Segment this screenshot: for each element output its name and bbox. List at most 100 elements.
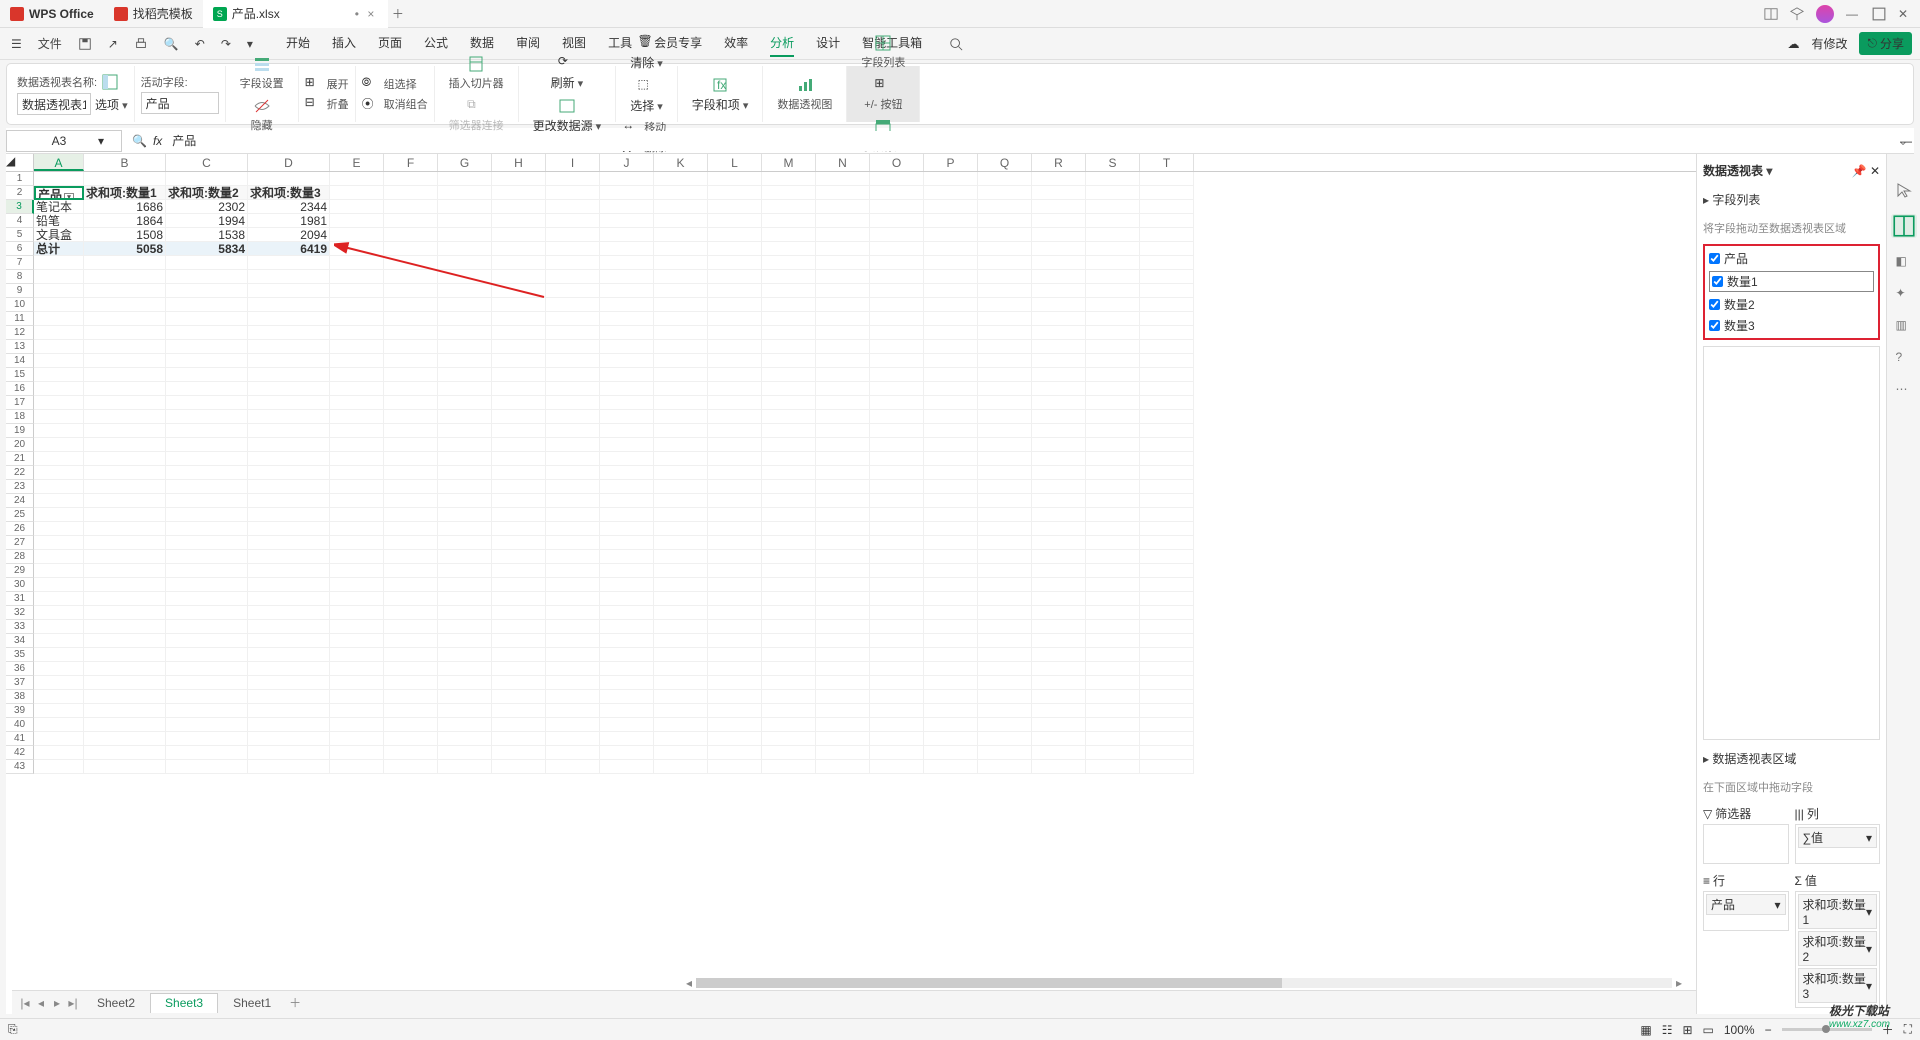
cell-D2[interactable]: 求和项:数量3 [248, 186, 330, 200]
cell-L35[interactable] [708, 648, 762, 662]
cell-P30[interactable] [924, 578, 978, 592]
cell-L25[interactable] [708, 508, 762, 522]
cell-M41[interactable] [762, 732, 816, 746]
cell-H23[interactable] [492, 480, 546, 494]
cell-S19[interactable] [1086, 424, 1140, 438]
row-header-40[interactable]: 40 [6, 718, 34, 732]
cell-F42[interactable] [384, 746, 438, 760]
cell-J18[interactable] [600, 410, 654, 424]
col-header-H[interactable]: H [492, 154, 546, 171]
cell-P41[interactable] [924, 732, 978, 746]
cell-T32[interactable] [1140, 606, 1194, 620]
cell-Q8[interactable] [978, 270, 1032, 284]
cell-L4[interactable] [708, 214, 762, 228]
cell-E24[interactable] [330, 494, 384, 508]
cell-J1[interactable] [600, 172, 654, 186]
cell-A2[interactable]: 产品▾ [34, 186, 84, 200]
cell-S5[interactable] [1086, 228, 1140, 242]
col-header-R[interactable]: R [1032, 154, 1086, 171]
cell-L40[interactable] [708, 718, 762, 732]
cell-A23[interactable] [34, 480, 84, 494]
cell-S30[interactable] [1086, 578, 1140, 592]
cell-F13[interactable] [384, 340, 438, 354]
cell-K11[interactable] [654, 312, 708, 326]
cell-N1[interactable] [816, 172, 870, 186]
cell-F39[interactable] [384, 704, 438, 718]
cell-C36[interactable] [166, 662, 248, 676]
cell-J34[interactable] [600, 634, 654, 648]
cell-R30[interactable] [1032, 578, 1086, 592]
cell-M17[interactable] [762, 396, 816, 410]
cell-T1[interactable] [1140, 172, 1194, 186]
cell-S23[interactable] [1086, 480, 1140, 494]
row-header-1[interactable]: 1 [6, 172, 34, 186]
cell-E31[interactable] [330, 592, 384, 606]
cell-S28[interactable] [1086, 550, 1140, 564]
cell-C2[interactable]: 求和项:数量2 [166, 186, 248, 200]
cell-N43[interactable] [816, 760, 870, 774]
cell-Q17[interactable] [978, 396, 1032, 410]
cell-R24[interactable] [1032, 494, 1086, 508]
cell-F4[interactable] [384, 214, 438, 228]
cell-D23[interactable] [248, 480, 330, 494]
cell-B4[interactable]: 1864 [84, 214, 166, 228]
cell-M18[interactable] [762, 410, 816, 424]
cell-F38[interactable] [384, 690, 438, 704]
cell-F3[interactable] [384, 200, 438, 214]
cell-M35[interactable] [762, 648, 816, 662]
cell-A32[interactable] [34, 606, 84, 620]
col-header-S[interactable]: S [1086, 154, 1140, 171]
cell-Q28[interactable] [978, 550, 1032, 564]
cell-A35[interactable] [34, 648, 84, 662]
panel-icon[interactable] [1764, 7, 1778, 21]
cell-Q40[interactable] [978, 718, 1032, 732]
zoom-slider[interactable] [1782, 1028, 1872, 1031]
cell-I18[interactable] [546, 410, 600, 424]
cell-S9[interactable] [1086, 284, 1140, 298]
cell-H5[interactable] [492, 228, 546, 242]
cell-D10[interactable] [248, 298, 330, 312]
cell-H27[interactable] [492, 536, 546, 550]
cell-D24[interactable] [248, 494, 330, 508]
cell-O19[interactable] [870, 424, 924, 438]
cell-T43[interactable] [1140, 760, 1194, 774]
cell-B15[interactable] [84, 368, 166, 382]
cell-A37[interactable] [34, 676, 84, 690]
app-tab-wps[interactable]: WPS Office [0, 0, 104, 28]
cell-D4[interactable]: 1981 [248, 214, 330, 228]
cell-C32[interactable] [166, 606, 248, 620]
cell-E14[interactable] [330, 354, 384, 368]
cell-T4[interactable] [1140, 214, 1194, 228]
add-tab-button[interactable]: ＋ [388, 4, 408, 24]
cell-L11[interactable] [708, 312, 762, 326]
cell-R1[interactable] [1032, 172, 1086, 186]
cell-B43[interactable] [84, 760, 166, 774]
cell-B8[interactable] [84, 270, 166, 284]
cell-T39[interactable] [1140, 704, 1194, 718]
cell-E9[interactable] [330, 284, 384, 298]
cell-A31[interactable] [34, 592, 84, 606]
cell-N38[interactable] [816, 690, 870, 704]
cell-R13[interactable] [1032, 340, 1086, 354]
field-数量3[interactable]: 数量3 [1709, 317, 1874, 334]
cell-P39[interactable] [924, 704, 978, 718]
cell-M26[interactable] [762, 522, 816, 536]
cell-D38[interactable] [248, 690, 330, 704]
cell-P18[interactable] [924, 410, 978, 424]
cell-O21[interactable] [870, 452, 924, 466]
col-header-F[interactable]: F [384, 154, 438, 171]
cell-G39[interactable] [438, 704, 492, 718]
cell-N4[interactable] [816, 214, 870, 228]
cell-S34[interactable] [1086, 634, 1140, 648]
row-header-26[interactable]: 26 [6, 522, 34, 536]
cell-N9[interactable] [816, 284, 870, 298]
menu-tab-效率[interactable]: 效率 [724, 30, 748, 57]
close-tab-icon[interactable]: × [364, 7, 378, 21]
cell-C20[interactable] [166, 438, 248, 452]
cell-N8[interactable] [816, 270, 870, 284]
cell-I14[interactable] [546, 354, 600, 368]
ungroup-button[interactable]: ⦿取消组合 [362, 95, 428, 113]
cell-B36[interactable] [84, 662, 166, 676]
cell-M21[interactable] [762, 452, 816, 466]
cell-S2[interactable] [1086, 186, 1140, 200]
